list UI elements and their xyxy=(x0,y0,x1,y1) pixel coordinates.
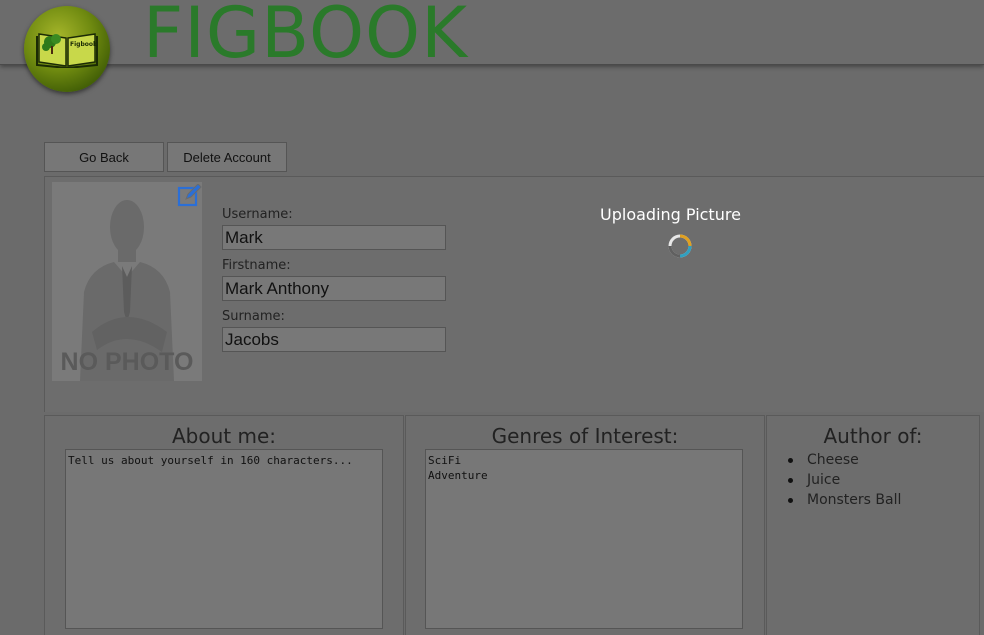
genres-textarea[interactable]: SciFi Adventure xyxy=(425,449,743,629)
author-item: Monsters Ball xyxy=(787,492,902,508)
loading-spinner-icon xyxy=(668,234,692,258)
edit-photo-icon[interactable] xyxy=(177,183,202,208)
no-photo-text: NO PHOTO xyxy=(61,348,194,376)
book-icon: Figbook xyxy=(36,33,98,68)
go-back-button[interactable]: Go Back xyxy=(44,142,164,172)
username-label: Username: xyxy=(222,207,293,222)
author-list: Cheese Juice Monsters Ball xyxy=(787,450,902,510)
header-bar: FIGBOOK xyxy=(0,0,984,72)
about-me-title: About me: xyxy=(171,424,276,448)
author-item: Cheese xyxy=(787,450,901,470)
logo-text: Figbook xyxy=(70,41,98,48)
surname-label: Surname: xyxy=(222,309,285,324)
genres-title: Genres of Interest: xyxy=(491,424,679,448)
firstname-field[interactable]: Mark Anthony xyxy=(222,276,446,301)
username-field[interactable]: Mark xyxy=(222,225,446,250)
figbook-logo[interactable]: Figbook xyxy=(24,6,110,92)
firstname-label: Firstname: xyxy=(222,258,291,273)
delete-account-button[interactable]: Delete Account xyxy=(167,142,287,172)
profile-photo-placeholder: NO PHOTO xyxy=(52,182,202,381)
about-me-textarea[interactable]: Tell us about yourself in 160 characters… xyxy=(65,449,383,629)
author-card: Author of: xyxy=(766,415,980,635)
author-item: Juice xyxy=(787,470,901,490)
upload-status-text: Uploading Picture xyxy=(600,205,741,224)
person-silhouette-icon: NO PHOTO xyxy=(61,200,194,381)
surname-field[interactable]: Jacobs xyxy=(222,327,446,352)
brand-title: FIGBOOK xyxy=(143,0,469,74)
author-title: Author of: xyxy=(823,424,923,448)
